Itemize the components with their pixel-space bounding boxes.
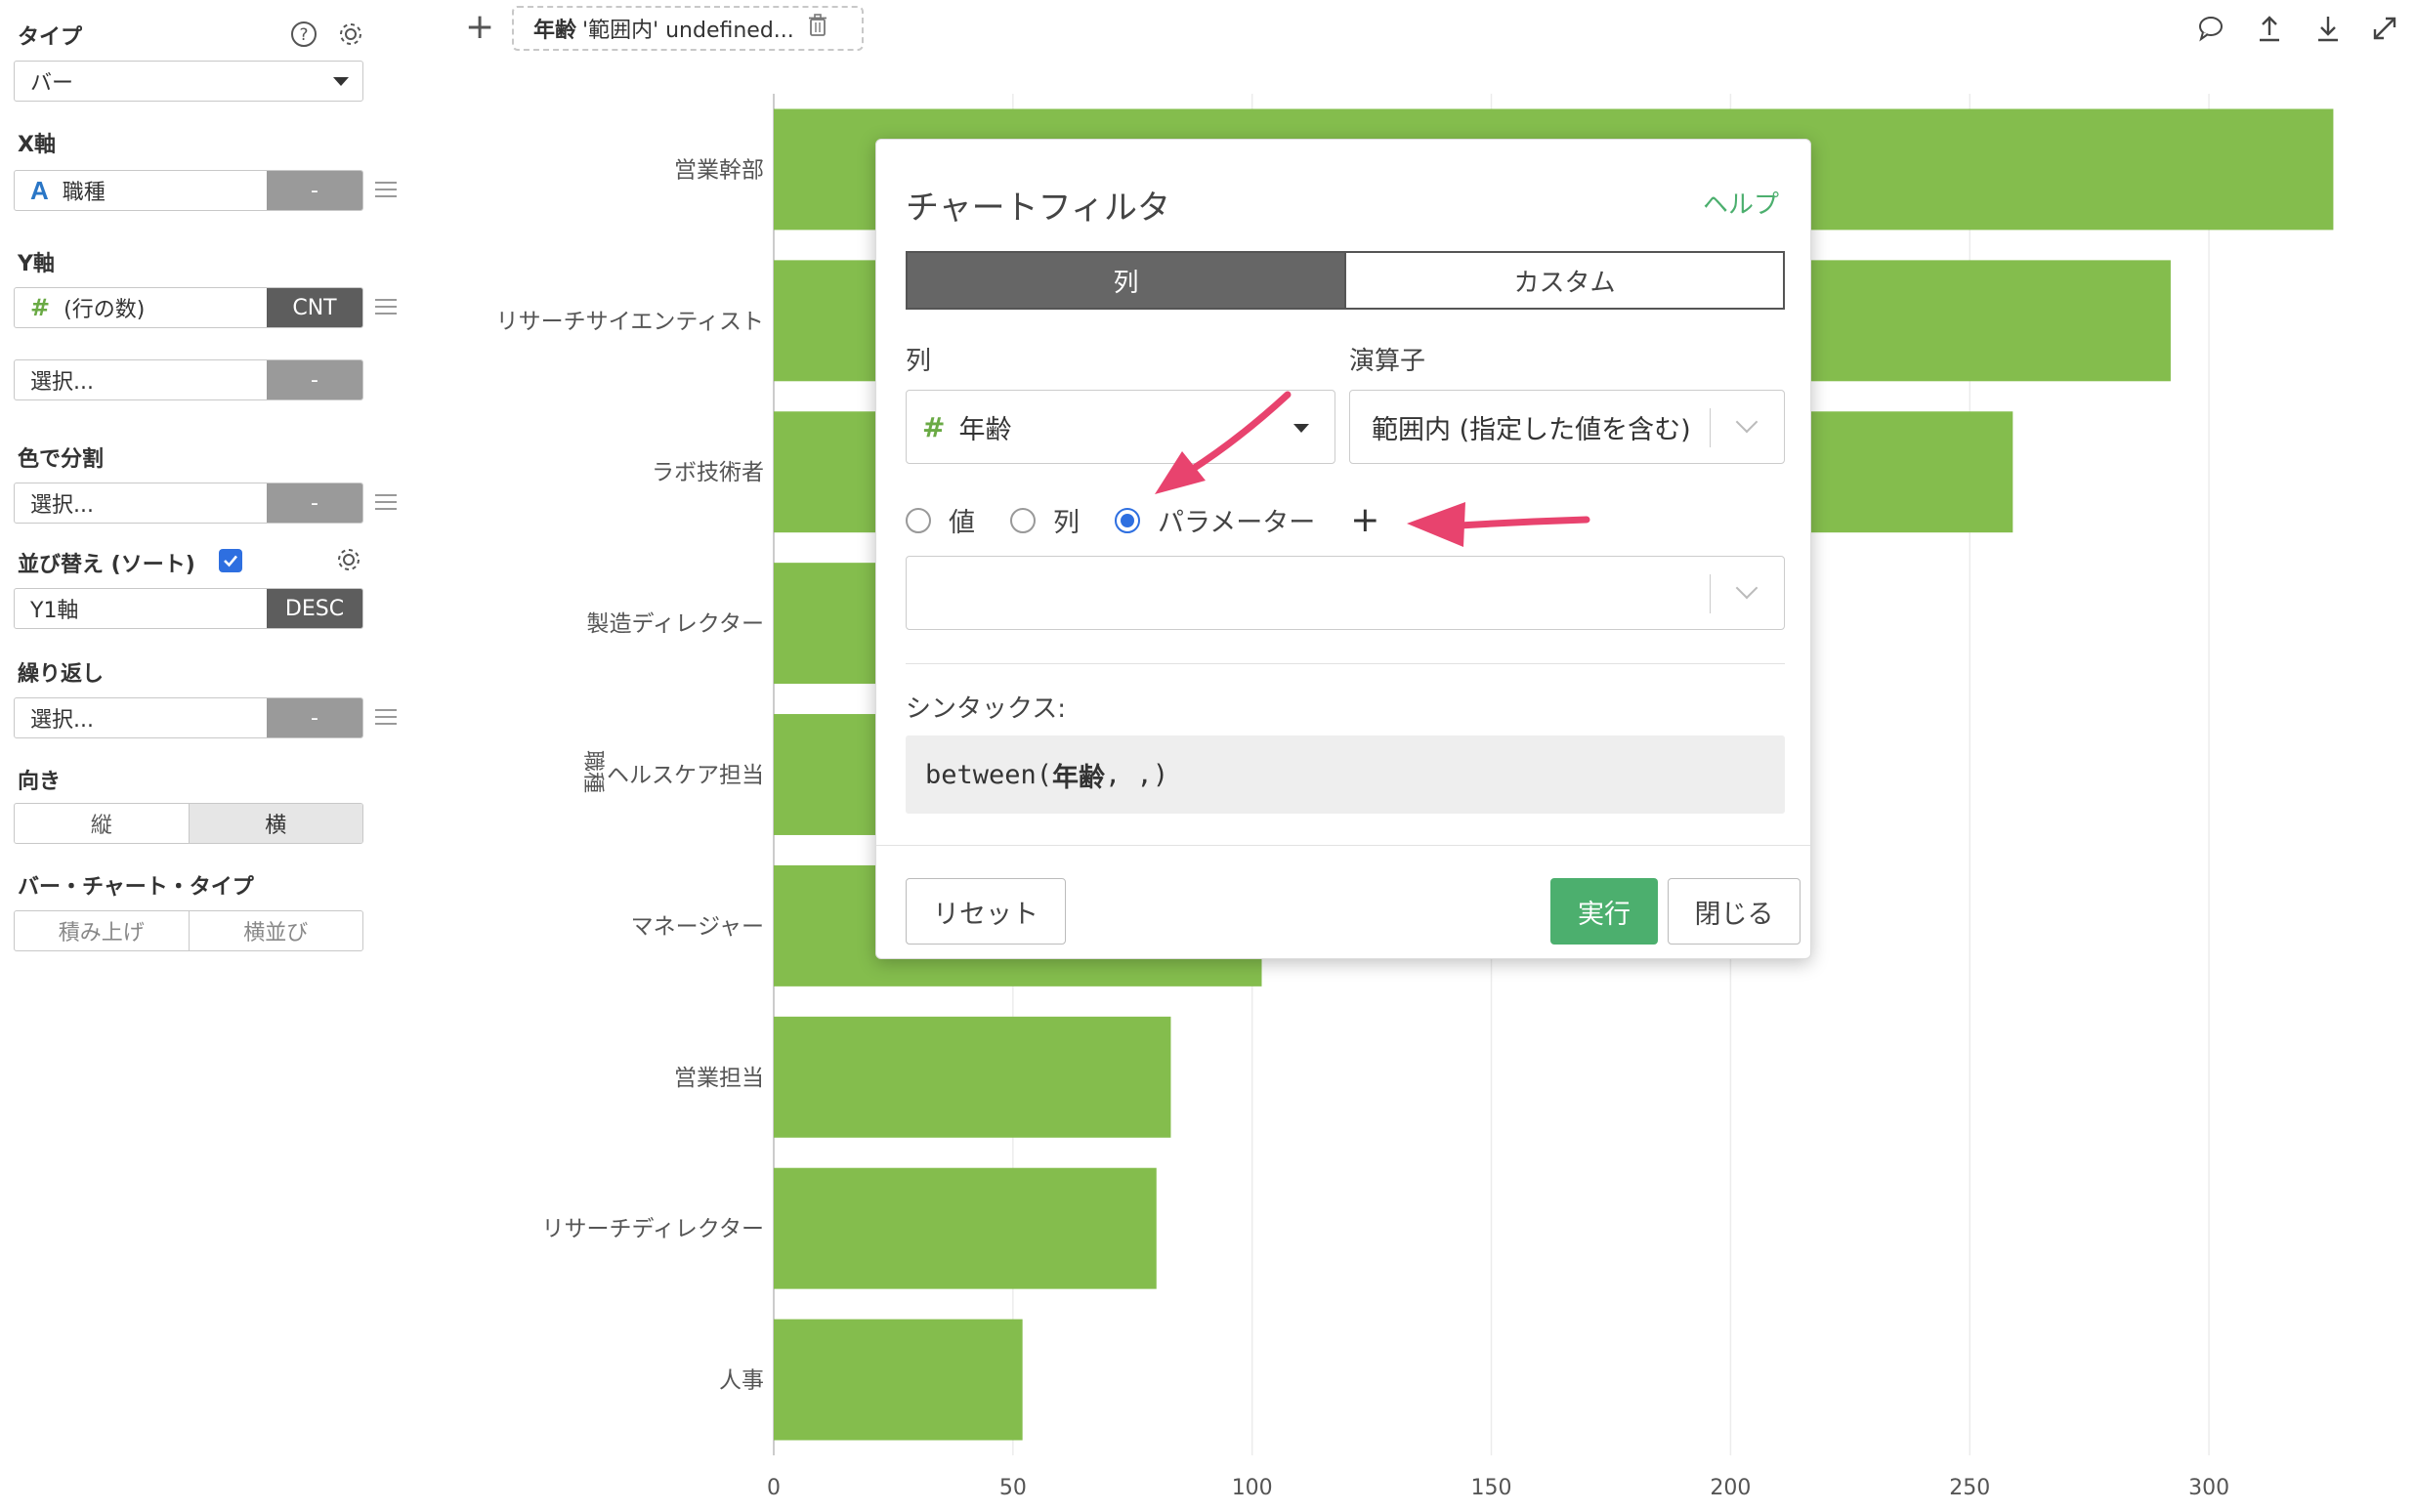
radio-column[interactable]: 列 [1010, 501, 1080, 539]
chart-filter-dialog: チャートフィルタ ヘルプ 列 カスタム 列 演算子 # 年齢 範囲内 (指定した… [875, 139, 1811, 959]
x-tick-label: 0 [767, 1476, 781, 1500]
operator-select-value: 範囲内 (指定した値を含む) [1372, 414, 1691, 445]
column-select[interactable]: # 年齢 [906, 390, 1335, 464]
syntax-preview: between(年齢, ,) [906, 735, 1785, 814]
run-button[interactable]: 実行 [1550, 878, 1658, 945]
radio-column-label: 列 [1053, 508, 1080, 538]
category-label: ヘルスケア担当 [607, 763, 764, 788]
caret-down-icon [1293, 424, 1309, 433]
column-select-value: 年齢 [958, 414, 1012, 445]
radio-circle[interactable] [1010, 507, 1036, 533]
radio-circle[interactable] [906, 507, 931, 533]
category-label: リサーチサイエンティスト [496, 309, 764, 334]
add-parameter-button[interactable]: + [1350, 502, 1379, 537]
select-separator [1710, 408, 1711, 447]
filter-mode-tabs: 列 カスタム [906, 251, 1785, 310]
chevron-down-icon [1735, 410, 1758, 434]
x-tick-label: 150 [1471, 1476, 1512, 1500]
tab-column[interactable]: 列 [908, 253, 1344, 308]
help-link[interactable]: ヘルプ [1703, 185, 1779, 221]
bar[interactable] [774, 1016, 1171, 1138]
footer-divider [876, 845, 1810, 846]
operator-select[interactable]: 範囲内 (指定した値を含む) [1349, 390, 1785, 464]
operator-label: 演算子 [1349, 347, 1426, 376]
close-button[interactable]: 閉じる [1668, 878, 1801, 945]
reset-button[interactable]: リセット [906, 878, 1066, 945]
chevron-down-icon [1735, 576, 1758, 600]
bar[interactable] [774, 1167, 1157, 1289]
category-label: 製造ディレクター [587, 611, 764, 637]
x-tick-label: 100 [1232, 1476, 1273, 1500]
radio-parameter[interactable]: パラメーター [1115, 501, 1315, 539]
dialog-title: チャートフィルタ [906, 189, 1170, 228]
radio-parameter-label: パラメーター [1158, 508, 1316, 538]
syntax-label: シンタックス: [906, 694, 1066, 724]
tab-custom[interactable]: カスタム [1344, 253, 1783, 308]
y-axis-title: 職種 [580, 750, 605, 793]
radio-value[interactable]: 値 [906, 501, 975, 539]
radio-circle-selected[interactable] [1115, 507, 1140, 533]
x-tick-label: 200 [1710, 1476, 1751, 1500]
x-tick-label: 50 [999, 1476, 1027, 1500]
number-type-icon: # [922, 410, 946, 443]
category-label: 人事 [719, 1368, 764, 1394]
syntax-prefix: between( [925, 759, 1053, 790]
syntax-column: 年齢 [1052, 762, 1106, 793]
x-tick-label: 250 [1949, 1476, 1990, 1500]
category-label: ラボ技術者 [652, 460, 764, 485]
column-label: 列 [906, 347, 932, 376]
x-tick-label: 300 [2188, 1476, 2229, 1500]
radio-value-label: 値 [949, 508, 975, 538]
category-label: マネージャー [631, 914, 764, 940]
divider [906, 663, 1785, 664]
category-label: リサーチディレクター [542, 1217, 764, 1242]
category-label: 営業担当 [674, 1066, 764, 1091]
syntax-suffix: , ,) [1105, 759, 1169, 790]
parameter-select[interactable] [906, 556, 1785, 630]
category-label: 営業幹部 [674, 157, 764, 183]
select-separator [1710, 574, 1711, 613]
value-type-radios: 値 列 パラメーター + [906, 501, 1379, 539]
bar[interactable] [774, 1319, 1023, 1441]
